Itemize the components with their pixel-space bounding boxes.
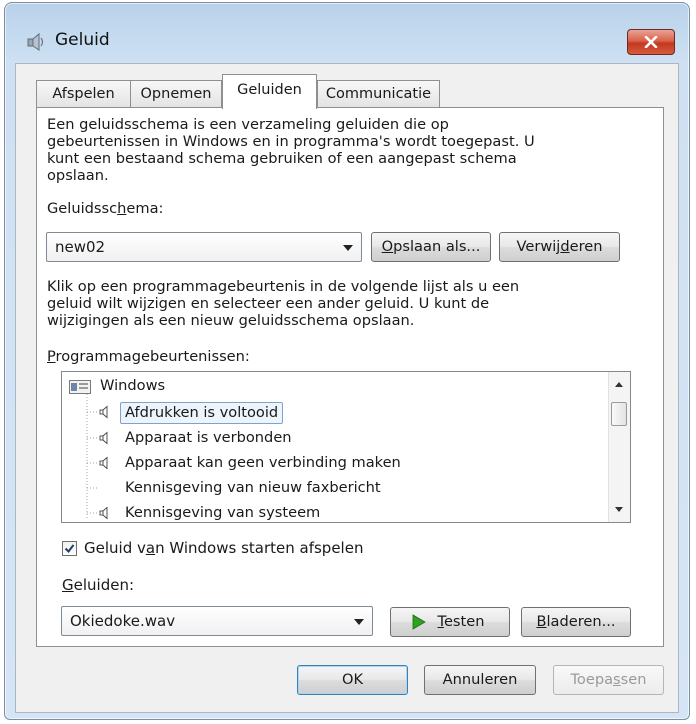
speaker-icon (99, 431, 108, 445)
program-events-label: Programmagebeurtenissen: (47, 348, 250, 365)
speaker-icon (99, 405, 108, 419)
ok-button[interactable]: OK (297, 665, 408, 695)
chevron-down-icon (354, 619, 364, 625)
test-sound-button[interactable]: Testen (390, 607, 510, 637)
speaker-icon (99, 456, 108, 470)
program-events-list[interactable]: Windows Afdrukken is voltooid Apparaat i… (61, 371, 631, 523)
chevron-down-icon (343, 245, 353, 251)
sounds-label: Geluiden: (62, 576, 135, 594)
tab-afspelen[interactable]: Afspelen (36, 80, 131, 108)
speaker-app-icon (27, 32, 44, 51)
window-title: Geluid (55, 30, 110, 50)
events-instructions: Klik op een programmagebeurtenis in de v… (47, 278, 520, 329)
checkmark-icon (64, 544, 75, 554)
intro-text: Een geluidsschema is een verzameling gel… (47, 116, 535, 184)
sound-dialog-window: Geluid Afspelen Opnemen Geluiden Communi… (4, 2, 690, 720)
apply-button[interactable]: Toepassen (553, 665, 664, 695)
speaker-icon (99, 506, 108, 520)
scheme-value: new02 (55, 238, 106, 256)
browse-button[interactable]: Bladeren... (521, 607, 631, 637)
close-icon (644, 36, 658, 48)
scroll-up-icon[interactable] (615, 382, 623, 387)
sound-file-value: Okiedoke.wav (70, 612, 176, 630)
startup-sound-label[interactable]: Geluid van Windows starten afspelen (84, 540, 363, 557)
sound-file-dropdown[interactable]: Okiedoke.wav (61, 606, 373, 636)
tab-opnemen[interactable]: Opnemen (130, 80, 222, 108)
tab-geluiden[interactable]: Geluiden (222, 74, 317, 109)
save-as-button[interactable]: Opslaan als... (371, 232, 491, 262)
cancel-button[interactable]: Annuleren (424, 665, 536, 695)
title-bar[interactable]: Geluid (5, 3, 689, 63)
scheme-dropdown[interactable]: new02 (46, 232, 362, 262)
dialog-client-area: Afspelen Opnemen Geluiden Communicatie E… (15, 63, 679, 713)
play-icon (412, 614, 426, 630)
close-button[interactable] (627, 29, 675, 55)
windows-group-icon (69, 380, 91, 394)
tab-communicatie[interactable]: Communicatie (317, 80, 440, 108)
selected-event-label: Afdrukken is voltooid (120, 402, 284, 424)
events-vertical-scrollbar[interactable] (608, 372, 630, 522)
delete-scheme-button[interactable]: Verwijderen (499, 232, 620, 262)
startup-sound-checkbox[interactable] (62, 541, 77, 556)
scroll-thumb[interactable] (611, 402, 627, 426)
scroll-down-icon[interactable] (615, 507, 623, 512)
scheme-label: Geluidsschema: (47, 200, 164, 217)
